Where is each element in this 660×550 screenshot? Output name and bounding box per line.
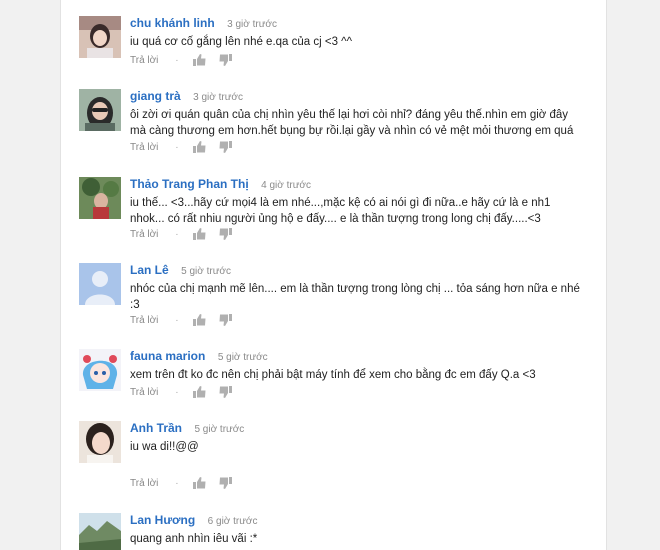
comment-body: Lan Lê 5 giờ trước nhóc của chị mạnh mẽ … xyxy=(130,263,580,313)
comment-text: xem trên đt ko đc nên chị phải bật máy t… xyxy=(130,369,536,381)
comment-actions: Trả lời · xyxy=(130,314,233,328)
reply-link[interactable]: Trả lời xyxy=(130,229,158,240)
comment-text: nhóc của chị mạnh mẽ lên.... em là thần … xyxy=(130,283,580,311)
reply-link[interactable]: Trả lời xyxy=(130,142,158,153)
comment-timestamp[interactable]: 4 giờ trước xyxy=(261,180,311,191)
avatar[interactable] xyxy=(79,513,121,550)
separator-dot: · xyxy=(175,478,179,489)
comment-body: Thảo Trang Phan Thị 4 giờ trước iu thế..… xyxy=(130,177,580,227)
comment-text: iu thế... <3...hãy cứ mọi4 là em nhé...,… xyxy=(130,197,551,225)
comment-text: ôi zời ơi quán quân của chị nhìn yêu thế… xyxy=(130,109,574,137)
comment-timestamp[interactable]: 3 giờ trước xyxy=(193,92,243,103)
thumbs-down-icon[interactable] xyxy=(219,228,233,241)
comment-text: quang anh nhìn iêu vãi :* xyxy=(130,533,258,545)
comment-body: Anh Trần 5 giờ trước iu wa di!!@@ xyxy=(130,421,580,455)
comment-actions: Trả lời · xyxy=(130,228,233,242)
avatar[interactable] xyxy=(79,349,121,391)
reply-link[interactable]: Trả lời xyxy=(130,315,158,326)
comment-timestamp[interactable]: 3 giờ trước xyxy=(227,19,277,30)
comment-timestamp[interactable]: 5 giờ trước xyxy=(181,266,231,277)
comment-body: giang trà 3 giờ trước ôi zời ơi quán quâ… xyxy=(130,89,580,139)
thumbs-up-icon[interactable] xyxy=(193,228,206,241)
separator-dot: · xyxy=(175,387,179,398)
comment-author[interactable]: Anh Trần xyxy=(130,421,182,435)
separator-dot: · xyxy=(175,229,179,240)
comment-actions: Trả lời · xyxy=(130,386,233,400)
thumbs-down-icon[interactable] xyxy=(219,386,233,399)
comment-actions: Trả lời · xyxy=(130,477,233,491)
avatar[interactable] xyxy=(79,177,121,219)
thumbs-down-icon[interactable] xyxy=(219,314,233,327)
comment-body: fauna marion 5 giờ trước xem trên đt ko … xyxy=(130,349,580,383)
avatar[interactable] xyxy=(79,89,121,131)
reply-link[interactable]: Trả lời xyxy=(130,387,158,398)
avatar[interactable] xyxy=(79,263,121,305)
comment-body: chu khánh linh 3 giờ trước iu quá cơ cố … xyxy=(130,16,580,50)
reply-link[interactable]: Trả lời xyxy=(130,55,158,66)
thumbs-up-icon[interactable] xyxy=(193,477,206,490)
comment-actions: Trả lời · xyxy=(130,141,233,155)
comment-author[interactable]: Lan Lê xyxy=(130,263,169,277)
comment-body: Lan Hương 6 giờ trước quang anh nhìn iêu… xyxy=(130,513,580,547)
comment-text: iu quá cơ cố gắng lên nhé e.qa của cj <3… xyxy=(130,36,352,48)
thumbs-up-icon[interactable] xyxy=(193,386,206,399)
comment-actions: Trả lời · xyxy=(130,54,233,68)
separator-dot: · xyxy=(175,142,179,153)
comment-timestamp[interactable]: 5 giờ trước xyxy=(218,352,268,363)
comment-text: iu wa di!!@@ xyxy=(130,441,199,453)
avatar[interactable] xyxy=(79,16,121,58)
avatar[interactable] xyxy=(79,421,121,463)
thumbs-down-icon[interactable] xyxy=(219,54,233,67)
reply-link[interactable]: Trả lời xyxy=(130,478,158,489)
separator-dot: · xyxy=(175,55,179,66)
thumbs-up-icon[interactable] xyxy=(193,141,206,154)
comment-author[interactable]: giang trà xyxy=(130,89,181,103)
thumbs-up-icon[interactable] xyxy=(193,54,206,67)
comment-author[interactable]: Thảo Trang Phan Thị xyxy=(130,177,249,191)
comment-timestamp[interactable]: 5 giờ trước xyxy=(194,424,244,435)
comment-author[interactable]: chu khánh linh xyxy=(130,16,215,30)
thumbs-up-icon[interactable] xyxy=(193,314,206,327)
comment-author[interactable]: fauna marion xyxy=(130,349,205,363)
comment-author[interactable]: Lan Hương xyxy=(130,513,195,527)
comments-panel: chu khánh linh 3 giờ trước iu quá cơ cố … xyxy=(60,0,607,550)
thumbs-down-icon[interactable] xyxy=(219,141,233,154)
separator-dot: · xyxy=(175,315,179,326)
comment-timestamp[interactable]: 6 giờ trước xyxy=(208,516,258,527)
thumbs-down-icon[interactable] xyxy=(219,477,233,490)
